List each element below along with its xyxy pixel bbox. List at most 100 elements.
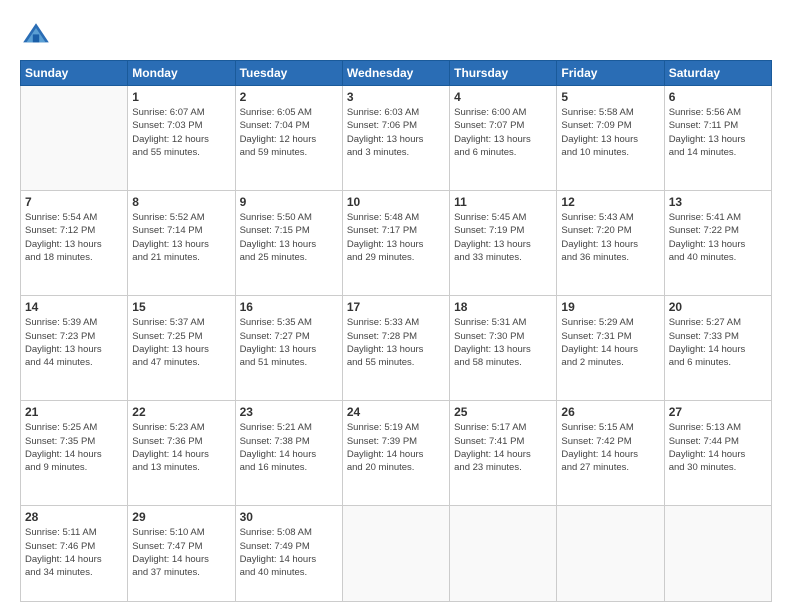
day-info: Sunrise: 6:00 AM Sunset: 7:07 PM Dayligh… [454, 106, 552, 159]
day-number: 29 [132, 510, 230, 524]
calendar-cell: 16 Sunrise: 5:35 AM Sunset: 7:27 PM Dayli… [235, 296, 342, 401]
calendar-week-5: 28Sunrise: 5:11 AM Sunset: 7:46 PM Dayli… [21, 506, 772, 602]
calendar-header-wednesday: Wednesday [342, 61, 449, 86]
calendar-cell: 6 Sunrise: 5:56 AM Sunset: 7:11 PM Daylig… [664, 86, 771, 191]
day-info: Sunrise: 6:07 AM Sunset: 7:03 PM Dayligh… [132, 106, 230, 159]
calendar-table: SundayMondayTuesdayWednesdayThursdayFrid… [20, 60, 772, 602]
calendar-cell: 10Sunrise: 5:48 AM Sunset: 7:17 PM Dayli… [342, 191, 449, 296]
calendar-cell: 9 Sunrise: 5:50 AM Sunset: 7:15 PM Daylig… [235, 191, 342, 296]
logo-icon [20, 20, 52, 52]
header [20, 20, 772, 52]
calendar-cell: 12 Sunrise: 5:43 AM Sunset: 7:20 PM Dayli… [557, 191, 664, 296]
day-info: Sunrise: 5:15 AM Sunset: 7:42 PM Dayligh… [561, 421, 659, 474]
day-info: Sunrise: 5:31 AM Sunset: 7:30 PM Dayligh… [454, 316, 552, 369]
calendar-cell: 21 Sunrise: 5:25 AM Sunset: 7:35 PM Dayli… [21, 401, 128, 506]
calendar-header-sunday: Sunday [21, 61, 128, 86]
calendar-header-tuesday: Tuesday [235, 61, 342, 86]
calendar-header-monday: Monday [128, 61, 235, 86]
day-number: 3 [347, 90, 445, 104]
day-number: 24 [347, 405, 445, 419]
day-info: Sunrise: 5:37 AM Sunset: 7:25 PM Dayligh… [132, 316, 230, 369]
calendar-cell: 29 Sunrise: 5:10 AM Sunset: 7:47 PM Dayli… [128, 506, 235, 602]
calendar-cell: 7 Sunrise: 5:54 AM Sunset: 7:12 PM Daylig… [21, 191, 128, 296]
calendar-cell: 19 Sunrise: 5:29 AM Sunset: 7:31 PM Dayli… [557, 296, 664, 401]
day-number: 25 [454, 405, 552, 419]
day-number: 1 [132, 90, 230, 104]
day-info: Sunrise: 5:56 AM Sunset: 7:11 PM Dayligh… [669, 106, 767, 159]
day-number: 13 [669, 195, 767, 209]
calendar-week-4: 21 Sunrise: 5:25 AM Sunset: 7:35 PM Dayli… [21, 401, 772, 506]
day-info: Sunrise: 5:23 AM Sunset: 7:36 PM Dayligh… [132, 421, 230, 474]
day-number: 8 [132, 195, 230, 209]
day-number: 7 [25, 195, 123, 209]
calendar-cell: 28Sunrise: 5:11 AM Sunset: 7:46 PM Dayli… [21, 506, 128, 602]
calendar-cell: 20 Sunrise: 5:27 AM Sunset: 7:33 PM Dayli… [664, 296, 771, 401]
day-number: 22 [132, 405, 230, 419]
day-info: Sunrise: 5:21 AM Sunset: 7:38 PM Dayligh… [240, 421, 338, 474]
day-info: Sunrise: 5:29 AM Sunset: 7:31 PM Dayligh… [561, 316, 659, 369]
calendar-cell: 22 Sunrise: 5:23 AM Sunset: 7:36 PM Dayli… [128, 401, 235, 506]
day-number: 19 [561, 300, 659, 314]
day-number: 28 [25, 510, 123, 524]
calendar-header-saturday: Saturday [664, 61, 771, 86]
calendar-header-friday: Friday [557, 61, 664, 86]
day-number: 23 [240, 405, 338, 419]
day-number: 18 [454, 300, 552, 314]
day-number: 20 [669, 300, 767, 314]
calendar-week-2: 7 Sunrise: 5:54 AM Sunset: 7:12 PM Daylig… [21, 191, 772, 296]
calendar-cell: 2 Sunrise: 6:05 AM Sunset: 7:04 PM Daylig… [235, 86, 342, 191]
calendar-week-1: 1 Sunrise: 6:07 AM Sunset: 7:03 PM Daylig… [21, 86, 772, 191]
calendar-cell: 23 Sunrise: 5:21 AM Sunset: 7:38 PM Dayli… [235, 401, 342, 506]
day-number: 5 [561, 90, 659, 104]
day-info: Sunrise: 5:52 AM Sunset: 7:14 PM Dayligh… [132, 211, 230, 264]
day-number: 10 [347, 195, 445, 209]
day-info: Sunrise: 5:25 AM Sunset: 7:35 PM Dayligh… [25, 421, 123, 474]
logo [20, 20, 56, 52]
calendar-cell: 15Sunrise: 5:37 AM Sunset: 7:25 PM Dayli… [128, 296, 235, 401]
day-info: Sunrise: 5:19 AM Sunset: 7:39 PM Dayligh… [347, 421, 445, 474]
calendar-cell: 3 Sunrise: 6:03 AM Sunset: 7:06 PM Daylig… [342, 86, 449, 191]
calendar-cell [557, 506, 664, 602]
day-info: Sunrise: 6:03 AM Sunset: 7:06 PM Dayligh… [347, 106, 445, 159]
day-info: Sunrise: 6:05 AM Sunset: 7:04 PM Dayligh… [240, 106, 338, 159]
calendar-cell [664, 506, 771, 602]
day-number: 4 [454, 90, 552, 104]
day-number: 2 [240, 90, 338, 104]
day-info: Sunrise: 5:58 AM Sunset: 7:09 PM Dayligh… [561, 106, 659, 159]
calendar-cell [21, 86, 128, 191]
calendar-header-thursday: Thursday [450, 61, 557, 86]
calendar-cell: 30Sunrise: 5:08 AM Sunset: 7:49 PM Dayli… [235, 506, 342, 602]
calendar-cell: 25Sunrise: 5:17 AM Sunset: 7:41 PM Dayli… [450, 401, 557, 506]
day-info: Sunrise: 5:33 AM Sunset: 7:28 PM Dayligh… [347, 316, 445, 369]
calendar-header-row: SundayMondayTuesdayWednesdayThursdayFrid… [21, 61, 772, 86]
calendar-cell [342, 506, 449, 602]
day-number: 6 [669, 90, 767, 104]
day-number: 12 [561, 195, 659, 209]
calendar-cell: 24 Sunrise: 5:19 AM Sunset: 7:39 PM Dayli… [342, 401, 449, 506]
day-number: 9 [240, 195, 338, 209]
day-info: Sunrise: 5:54 AM Sunset: 7:12 PM Dayligh… [25, 211, 123, 264]
day-number: 27 [669, 405, 767, 419]
calendar-cell: 11 Sunrise: 5:45 AM Sunset: 7:19 PM Dayli… [450, 191, 557, 296]
day-number: 26 [561, 405, 659, 419]
calendar-cell: 5 Sunrise: 5:58 AM Sunset: 7:09 PM Daylig… [557, 86, 664, 191]
day-info: Sunrise: 5:27 AM Sunset: 7:33 PM Dayligh… [669, 316, 767, 369]
calendar-cell: 26 Sunrise: 5:15 AM Sunset: 7:42 PM Dayli… [557, 401, 664, 506]
day-info: Sunrise: 5:13 AM Sunset: 7:44 PM Dayligh… [669, 421, 767, 474]
calendar-cell: 8 Sunrise: 5:52 AM Sunset: 7:14 PM Daylig… [128, 191, 235, 296]
day-info: Sunrise: 5:35 AM Sunset: 7:27 PM Dayligh… [240, 316, 338, 369]
day-info: Sunrise: 5:08 AM Sunset: 7:49 PM Dayligh… [240, 526, 338, 579]
day-number: 21 [25, 405, 123, 419]
day-number: 11 [454, 195, 552, 209]
calendar-cell: 27 Sunrise: 5:13 AM Sunset: 7:44 PM Dayli… [664, 401, 771, 506]
day-info: Sunrise: 5:41 AM Sunset: 7:22 PM Dayligh… [669, 211, 767, 264]
day-info: Sunrise: 5:43 AM Sunset: 7:20 PM Dayligh… [561, 211, 659, 264]
day-info: Sunrise: 5:10 AM Sunset: 7:47 PM Dayligh… [132, 526, 230, 579]
calendar-week-3: 14Sunrise: 5:39 AM Sunset: 7:23 PM Dayli… [21, 296, 772, 401]
page: SundayMondayTuesdayWednesdayThursdayFrid… [0, 0, 792, 612]
day-number: 17 [347, 300, 445, 314]
calendar-cell [450, 506, 557, 602]
day-number: 16 [240, 300, 338, 314]
day-info: Sunrise: 5:50 AM Sunset: 7:15 PM Dayligh… [240, 211, 338, 264]
day-info: Sunrise: 5:45 AM Sunset: 7:19 PM Dayligh… [454, 211, 552, 264]
